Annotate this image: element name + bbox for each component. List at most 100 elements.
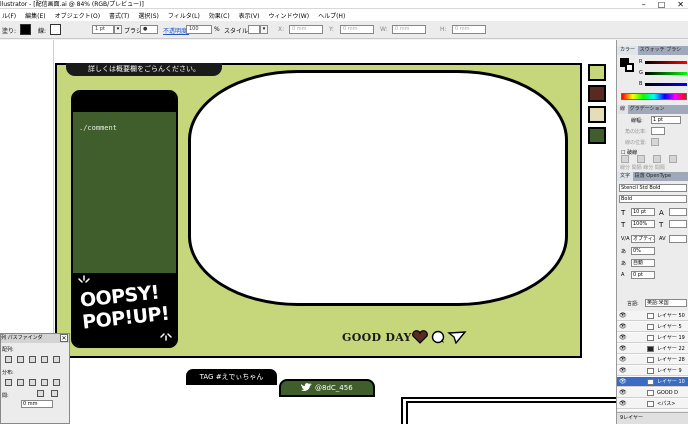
distribute-spacing-icon[interactable] [51, 390, 58, 397]
tab-stroke[interactable]: 線 [617, 105, 629, 114]
font-family-field[interactable]: Stencil Std Bold [619, 184, 687, 192]
menu-object[interactable]: オブジェクト(O) [55, 11, 100, 20]
swatch-cream[interactable] [588, 106, 606, 123]
eye-icon[interactable]: 👁 [619, 399, 627, 409]
kerning-field[interactable]: オプティカル [631, 235, 655, 243]
swatch-olive[interactable] [588, 64, 606, 81]
layer-row[interactable]: 👁 レイヤー 19 [617, 333, 688, 343]
distribute-center-icon[interactable] [17, 379, 24, 386]
menu-select[interactable]: 選択(S) [138, 11, 159, 20]
layer-row[interactable]: 👁 レイヤー 22 [617, 344, 688, 354]
distribute-bottom-icon[interactable] [29, 379, 36, 386]
align-left-icon[interactable] [5, 356, 12, 363]
dash-field[interactable] [653, 155, 661, 163]
miter-input[interactable] [651, 127, 665, 135]
layer-row[interactable]: 👁 レイヤー 50 [617, 311, 688, 321]
menu-effect[interactable]: 効果(C) [209, 11, 230, 20]
stroke-color-chip[interactable] [625, 63, 634, 72]
layer-row[interactable]: 👁 レイヤー 5 [617, 322, 688, 332]
baseline-shift-field[interactable]: 0 pt [631, 271, 655, 279]
stroke-weight-input[interactable]: 1 pt [651, 116, 681, 124]
brush-picker[interactable]: ● [140, 25, 158, 34]
tab-swatches[interactable]: スウォッチ [640, 47, 665, 53]
style-picker[interactable] [248, 25, 260, 34]
gap-field[interactable] [669, 155, 677, 163]
tab-brushes[interactable]: ブラシ [666, 47, 681, 53]
stroke-weight-field[interactable]: 1 pt [92, 25, 114, 34]
comment-panel[interactable]: ./comment OOPSY! POP!UP! [71, 90, 178, 348]
tracking-field[interactable] [669, 235, 687, 243]
opacity-field[interactable]: 100 [186, 25, 212, 34]
swatch-green[interactable] [588, 127, 606, 144]
tsume-field[interactable]: 0% [631, 247, 655, 255]
eye-icon[interactable]: 👁 [619, 366, 627, 376]
menu-edit[interactable]: 編集(E) [25, 11, 45, 20]
menu-help[interactable]: ヘルプ(H) [318, 11, 345, 20]
language-field[interactable]: 英語:米国 [645, 299, 687, 307]
video-screen[interactable] [188, 70, 568, 306]
blue-slider[interactable] [645, 83, 687, 86]
eye-icon[interactable]: 👁 [619, 388, 627, 398]
h-field[interactable]: 0 mm [452, 25, 486, 34]
twitter-label[interactable]: @8dC_456 [279, 379, 375, 397]
distribute-spacing-icon[interactable] [37, 390, 44, 397]
x-field[interactable]: 0 mm [289, 25, 323, 34]
align-panel-tabs[interactable]: 列 パスファインダ [1, 334, 69, 343]
red-slider[interactable] [645, 61, 687, 64]
layer-row[interactable]: 👁 レイヤー 28 [617, 355, 688, 365]
w-field[interactable]: 0 mm [392, 25, 426, 34]
tab-gradient[interactable]: グラデーション [630, 106, 665, 112]
bottom-frame-outline-inner[interactable] [406, 401, 616, 424]
align-middle-icon[interactable] [53, 356, 60, 363]
color-spectrum[interactable] [621, 93, 687, 100]
close-button[interactable]: ✕ [677, 0, 684, 9]
menu-window[interactable]: ウィンドウ(W) [268, 11, 309, 20]
tab-character[interactable]: 文字 [617, 172, 634, 181]
eye-icon[interactable]: 👁 [619, 311, 627, 321]
distribute-right-icon[interactable] [53, 379, 60, 386]
fill-swatch[interactable] [20, 24, 31, 35]
top-notice-label[interactable]: 詳しくは概要欄をごらんください。 [66, 63, 222, 76]
swatch-brown[interactable] [588, 85, 606, 102]
layer-row[interactable]: 👁 GOOD D [617, 388, 688, 398]
eye-icon[interactable]: 👁 [619, 377, 627, 387]
gap-field[interactable] [637, 155, 645, 163]
vertical-scale-field[interactable] [669, 220, 687, 228]
dash-field[interactable] [621, 155, 629, 163]
distribute-left-icon[interactable] [41, 379, 48, 386]
menu-view[interactable]: 表示(V) [239, 11, 260, 20]
minimize-button[interactable]: – [642, 0, 646, 9]
menu-filter[interactable]: フィルタ(L) [168, 11, 200, 20]
stroke-swatch[interactable] [50, 24, 61, 35]
style-dropdown[interactable]: ▾ [260, 25, 268, 34]
aki-field[interactable]: 自動 [631, 259, 655, 267]
layer-row-selected[interactable]: 👁 レイヤー 10 [617, 377, 688, 387]
distribute-top-icon[interactable] [5, 379, 12, 386]
menu-file[interactable]: ル(F) [2, 11, 16, 20]
font-size-field[interactable]: 10 pt [631, 208, 655, 216]
leading-field[interactable] [669, 208, 687, 216]
tag-label[interactable]: TAG #えでぃちゃん [186, 369, 277, 385]
eye-icon[interactable]: 👁 [619, 355, 627, 365]
align-center-icon[interactable] [17, 356, 24, 363]
align-top-icon[interactable] [41, 356, 48, 363]
spacing-field[interactable]: 0 mm [21, 400, 53, 408]
eye-icon[interactable]: 👁 [619, 333, 627, 343]
maximize-button[interactable]: □ [658, 0, 666, 9]
font-style-field[interactable]: Bold [619, 195, 687, 203]
green-slider[interactable] [645, 72, 687, 75]
horizontal-scale-field[interactable]: 100% [631, 220, 655, 228]
tab-opentype[interactable]: OpenType [646, 173, 671, 179]
eye-icon[interactable]: 👁 [619, 344, 627, 354]
eye-icon[interactable]: 👁 [619, 322, 627, 332]
layer-row[interactable]: 👁 レイヤー 9 [617, 366, 688, 376]
layer-row[interactable]: 👁 <パス> [617, 399, 688, 409]
stroke-weight-dropdown[interactable]: ▾ [114, 25, 122, 34]
align-panel-close-button[interactable]: ✕ [60, 334, 68, 342]
tab-paragraph[interactable]: 段落 [635, 173, 645, 179]
canvas[interactable]: 詳しくは概要欄をごらんください。 ./comment OOPSY! POP!UP… [0, 40, 616, 424]
menu-type[interactable]: 書式(T) [109, 11, 129, 20]
tab-color[interactable]: カラー [617, 46, 639, 55]
y-field[interactable]: 0 mm [340, 25, 374, 34]
align-stroke-button[interactable] [651, 138, 659, 146]
